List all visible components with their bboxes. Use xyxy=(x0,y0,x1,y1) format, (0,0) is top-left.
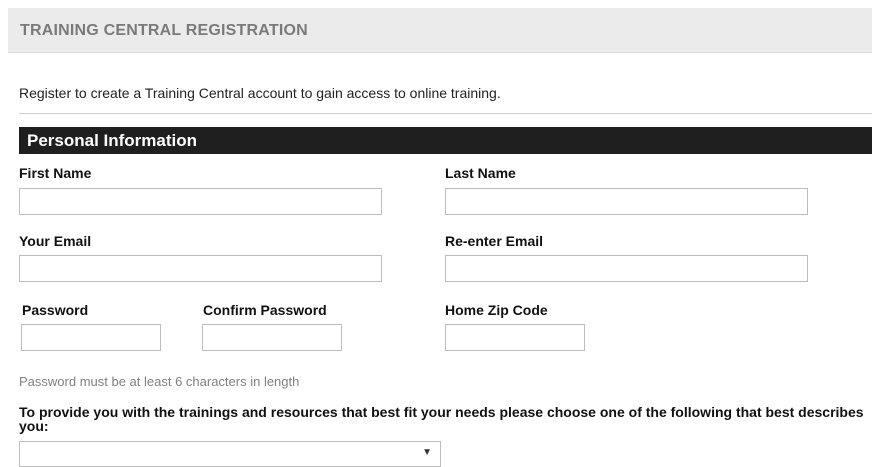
section-title: Personal Information xyxy=(27,131,198,150)
zip-label: Home Zip Code xyxy=(445,302,548,318)
page-title: TRAINING CENTRAL REGISTRATION xyxy=(20,22,308,39)
first-name-input[interactable] xyxy=(19,188,382,215)
reenter-email-label: Re-enter Email xyxy=(445,233,544,249)
confirm-password-input[interactable] xyxy=(202,324,342,351)
role-select[interactable]: ▼ xyxy=(19,441,441,467)
chevron-down-icon: ▼ xyxy=(422,447,432,458)
password-hint: Password must be at least 6 characters i… xyxy=(19,374,300,389)
confirm-password-label: Confirm Password xyxy=(203,302,327,318)
password-label: Password xyxy=(22,302,89,318)
last-name-input[interactable] xyxy=(445,188,808,215)
first-name-label: First Name xyxy=(19,165,92,181)
last-name-label: Last Name xyxy=(445,165,516,181)
divider xyxy=(19,113,872,114)
role-question: To provide you with the trainings and re… xyxy=(19,404,864,434)
password-input[interactable] xyxy=(21,324,161,351)
email-input[interactable] xyxy=(19,255,382,282)
zip-input[interactable] xyxy=(445,324,585,351)
reenter-email-input[interactable] xyxy=(445,255,808,282)
section-header: Personal Information xyxy=(19,127,872,154)
email-label: Your Email xyxy=(19,233,92,249)
intro-text: Register to create a Training Central ac… xyxy=(19,85,501,101)
page-header: TRAINING CENTRAL REGISTRATION xyxy=(8,8,872,53)
